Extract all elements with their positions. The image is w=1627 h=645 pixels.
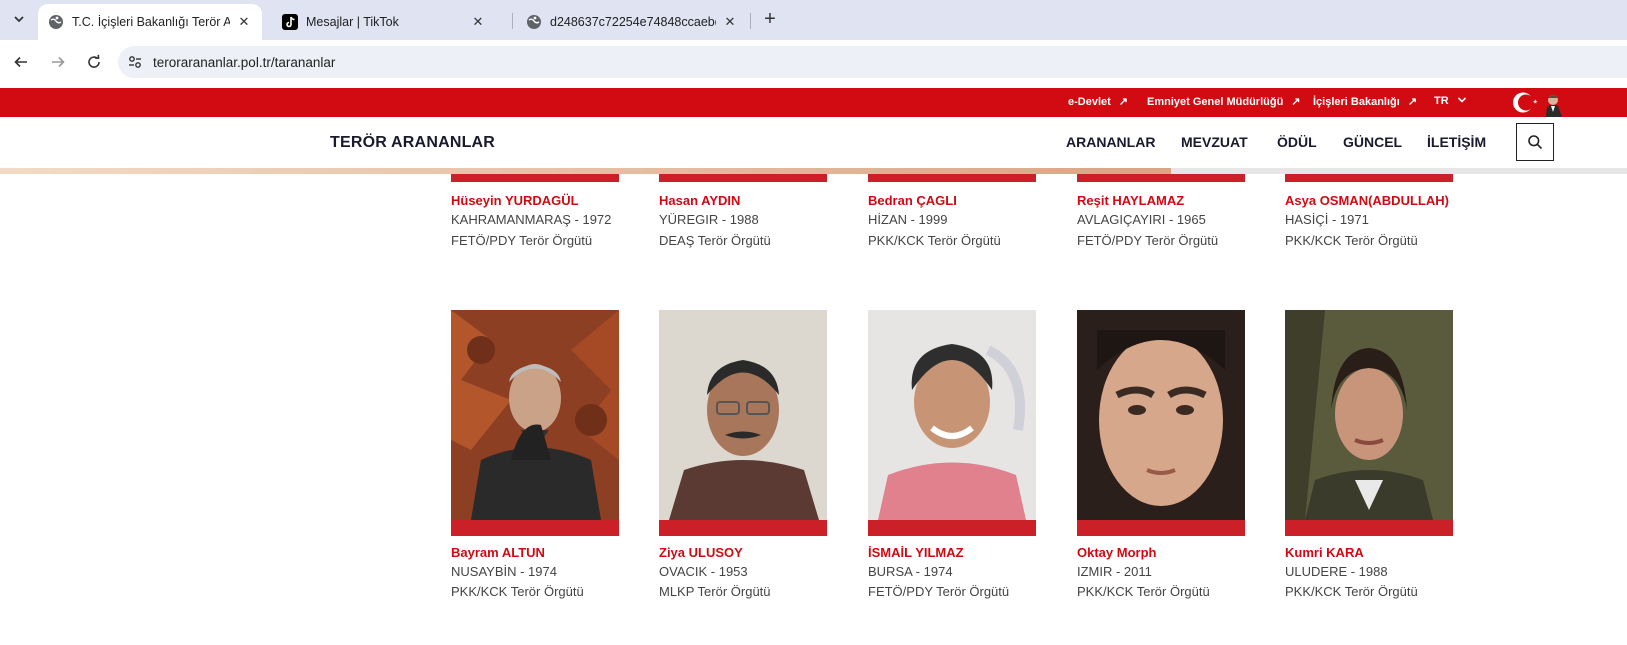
browser-tab[interactable]: d248637c72254e74848ccaebdb ✕ — [516, 4, 748, 40]
suspect-organization: MLKP Terör Örgütü — [659, 584, 771, 599]
forward-button[interactable] — [46, 50, 70, 74]
suspect-birthplace-year: HİZAN - 1999 — [868, 212, 948, 227]
tab-title: Mesajlar | TikTok — [306, 15, 399, 29]
suspect-organization: PKK/KCK Terör Örgütü — [1285, 584, 1418, 599]
icisleri-link-label: İçişleri Bakanlığı — [1313, 95, 1400, 108]
egm-link-label: Emniyet Genel Müdürlüğü — [1147, 95, 1284, 108]
tab-title: d248637c72254e74848ccaebdb — [550, 15, 716, 29]
site-info-icon[interactable] — [126, 53, 144, 71]
external-link-icon: ↗ — [1407, 96, 1418, 108]
search-icon — [1528, 135, 1543, 150]
nav-odul[interactable]: ÖDÜL — [1277, 134, 1317, 150]
site-brand[interactable]: TERÖR ARANANLAR — [330, 134, 495, 152]
suspect-name[interactable]: Kumri KARA — [1285, 545, 1364, 560]
edevlet-link-label: e-Devlet — [1068, 95, 1111, 108]
site-header: TERÖR ARANANLAR ARANANLAR MEVZUAT ÖDÜL G… — [0, 117, 1627, 170]
suspect-birthplace-year: YÜREGIR - 1988 — [659, 212, 759, 227]
icisleri-link[interactable]: İçişleri Bakanlığı ↗ — [1313, 95, 1418, 109]
tab-search-button[interactable] — [8, 8, 30, 30]
url-text: terorarananlar.pol.tr/tarananlar — [153, 54, 336, 70]
globe-icon — [526, 14, 542, 30]
suspect-organization: PKK/KCK Terör Örgütü — [868, 233, 1001, 248]
suspect-birthplace-year: ULUDERE - 1988 — [1285, 564, 1388, 579]
photo-red-strip — [451, 520, 619, 536]
suspect-photo[interactable] — [659, 310, 827, 520]
suspect-birthplace-year: AVLAGIÇAYIRI - 1965 — [1077, 212, 1206, 227]
back-button[interactable] — [9, 50, 33, 74]
egm-link[interactable]: Emniyet Genel Müdürlüğü ↗ — [1147, 95, 1301, 109]
suspect-organization: PKK/KCK Terör Örgütü — [1077, 584, 1210, 599]
nav-iletisim[interactable]: İLETİŞİM — [1427, 134, 1486, 150]
photo-red-strip — [659, 520, 827, 536]
close-tab-icon[interactable]: ✕ — [470, 14, 486, 30]
photo-red-strip — [868, 520, 1036, 536]
photo-red-strip — [1077, 174, 1245, 182]
suspect-birthplace-year: BURSA - 1974 — [868, 564, 953, 579]
suspect-organization: FETÖ/PDY Terör Örgütü — [868, 584, 1010, 599]
reload-button[interactable] — [82, 50, 106, 74]
photo-red-strip — [451, 174, 619, 182]
tab-separator — [750, 13, 751, 29]
suspect-organization: PKK/KCK Terör Örgütü — [451, 584, 584, 599]
suspect-photo[interactable] — [1285, 310, 1453, 520]
photo-red-strip — [659, 174, 827, 182]
browser-tab[interactable]: Mesajlar | TikTok ✕ — [272, 4, 496, 40]
photo-red-strip — [868, 174, 1036, 182]
suspect-name[interactable]: Oktay Morph — [1077, 545, 1156, 560]
suspect-organization: DEAŞ Terör Örgütü — [659, 233, 771, 248]
browser-tab-active[interactable]: T.C. İçişleri Bakanlığı Terör Arana ✕ — [38, 4, 262, 40]
nav-arananlar[interactable]: ARANANLAR — [1066, 134, 1155, 150]
language-label: TR — [1434, 95, 1449, 107]
reload-icon — [88, 54, 100, 68]
tab-separator — [512, 13, 513, 29]
suspect-name[interactable]: Ziya ULUSOY — [659, 545, 743, 560]
suspect-name[interactable]: İSMAİL YILMAZ — [868, 545, 964, 560]
suspect-name[interactable]: Hasan AYDIN — [659, 193, 740, 208]
suspect-name[interactable]: Bayram ALTUN — [451, 545, 545, 560]
nav-guncel[interactable]: GÜNCEL — [1343, 134, 1402, 150]
turkish-flag-ataturk-emblem — [1506, 88, 1576, 117]
chevron-down-icon — [14, 16, 24, 23]
close-tab-icon[interactable]: ✕ — [722, 14, 738, 30]
suspect-birthplace-year: HASİÇİ - 1971 — [1285, 212, 1369, 227]
language-selector[interactable]: TR — [1434, 95, 1467, 107]
suspect-organization: PKK/KCK Terör Örgütü — [1285, 233, 1418, 248]
browser-toolbar: terorarananlar.pol.tr/tarananlar — [0, 40, 1627, 84]
suspect-organization: FETÖ/PDY Terör Örgütü — [451, 233, 593, 248]
nav-mevzuat[interactable]: MEVZUAT — [1181, 134, 1248, 150]
tab-title: T.C. İçişleri Bakanlığı Terör Arana — [72, 15, 230, 29]
close-tab-icon[interactable]: ✕ — [236, 14, 252, 30]
arrow-right-icon — [52, 56, 65, 68]
photo-red-strip — [1285, 174, 1453, 182]
suspect-birthplace-year: OVACIK - 1953 — [659, 564, 748, 579]
tiktok-icon — [282, 14, 298, 30]
suspect-name[interactable]: Bedran ÇAGLI — [868, 193, 957, 208]
search-button[interactable] — [1516, 123, 1554, 161]
edevlet-link[interactable]: e-Devlet ↗ — [1068, 95, 1129, 109]
suspect-name[interactable]: Hüseyin YURDAGÜL — [451, 193, 579, 208]
suspect-name[interactable]: Asya OSMAN(ABDULLAH) — [1285, 193, 1449, 208]
globe-icon — [48, 14, 64, 30]
new-tab-button[interactable]: + — [759, 9, 781, 31]
suspect-photo[interactable] — [1077, 310, 1245, 520]
browser-tab-strip: T.C. İçişleri Bakanlığı Terör Arana ✕ Me… — [0, 0, 1627, 40]
suspect-birthplace-year: NUSAYBİN - 1974 — [451, 564, 557, 579]
top-links-bar: e-Devlet ↗ Emniyet Genel Müdürlüğü ↗ İçi… — [0, 88, 1627, 117]
suspect-organization: FETÖ/PDY Terör Örgütü — [1077, 233, 1219, 248]
arrow-left-icon — [14, 56, 27, 68]
suspect-photo[interactable] — [868, 310, 1036, 520]
external-link-icon: ↗ — [1118, 96, 1129, 108]
suspect-name[interactable]: Reşit HAYLAMAZ — [1077, 193, 1184, 208]
external-link-icon: ↗ — [1291, 96, 1301, 108]
photo-red-strip — [1285, 520, 1453, 536]
chevron-down-icon — [1457, 95, 1467, 107]
photo-red-strip — [1077, 520, 1245, 536]
address-bar[interactable]: terorarananlar.pol.tr/tarananlar — [118, 46, 1627, 78]
suspect-photo[interactable] — [451, 310, 619, 520]
suspect-birthplace-year: KAHRAMANMARAŞ - 1972 — [451, 212, 612, 227]
suspect-birthplace-year: IZMIR - 2011 — [1077, 564, 1152, 579]
